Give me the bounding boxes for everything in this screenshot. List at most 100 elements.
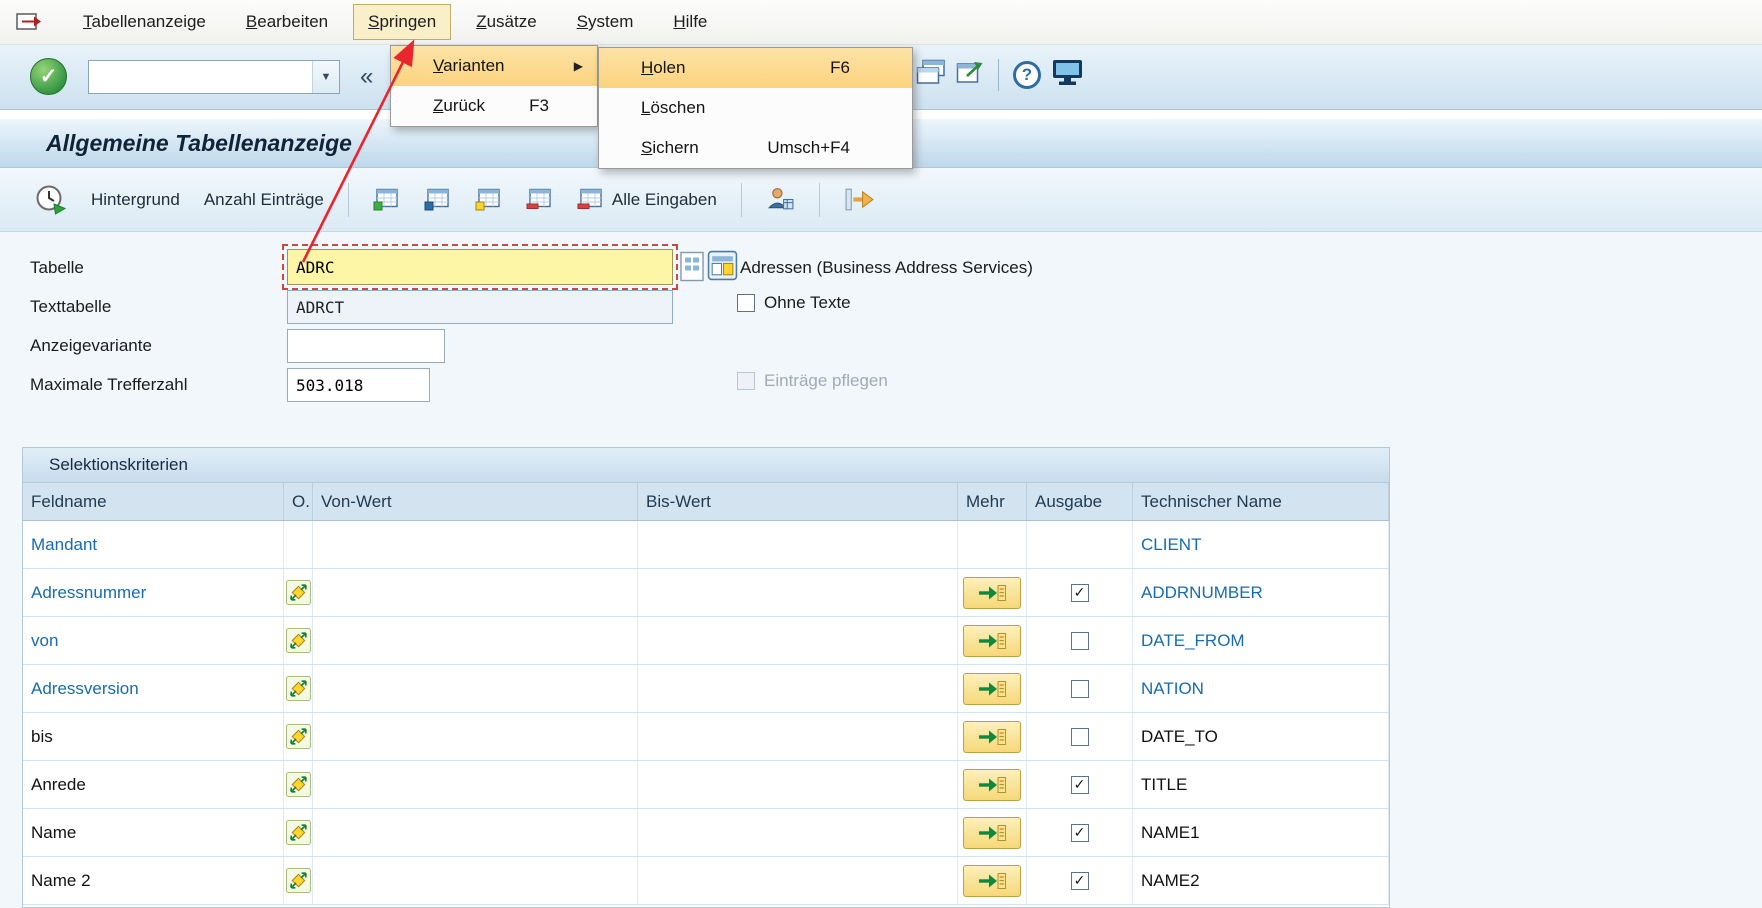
hintergrund-button[interactable]: Hintergrund [85,185,186,215]
select-block-icon[interactable] [469,182,508,217]
col-bis-wert: Bis-Wert [638,483,958,520]
user-parameters-icon[interactable] [760,180,801,219]
output-checkbox[interactable]: ✓ [1071,776,1089,794]
delete-selection-icon[interactable] [520,182,559,217]
mehr-button[interactable] [963,817,1021,849]
menu-zusaetze[interactable]: Zusätze [461,4,551,40]
gui-settings-icon[interactable] [1051,58,1084,92]
menu-tabellenanzeige[interactable]: Tabellenanzeige [68,4,221,40]
command-dropdown-icon[interactable]: ▼ [312,61,339,93]
bis-wert-cell[interactable] [638,569,958,616]
output-checkbox[interactable]: ✓ [1071,584,1089,602]
field-label: Name 2 [31,871,91,891]
feldname-cell: Name [23,809,284,856]
mehr-button[interactable] [963,769,1021,801]
menu-bearbeiten[interactable]: Bearbeiten [231,4,343,40]
table-row: Adressversion [23,665,1389,713]
ohne-texte-checkbox[interactable] [737,294,755,312]
menu-hilfe[interactable]: Hilfe [658,4,722,40]
bis-wert-cell[interactable] [638,665,958,712]
menu-springen[interactable]: Springen [353,4,451,40]
von-wert-cell[interactable] [313,713,638,760]
menu-item-loeschen[interactable]: Löschen [599,88,912,128]
create-shortcut-icon[interactable] [956,59,984,91]
menu-item-zurueck[interactable]: Zurück F3 [391,86,597,126]
selection-options-icon[interactable] [286,724,311,749]
menu-system[interactable]: System [562,4,649,40]
field-label: Adressversion [31,679,139,699]
selection-options-icon[interactable] [286,820,311,845]
menu-item-sichern[interactable]: Sichern Umsch+F4 [599,128,912,168]
output-checkbox[interactable]: ✓ [1071,872,1089,890]
von-wert-cell[interactable] [313,569,638,616]
selection-options-icon[interactable] [286,676,311,701]
von-wert-cell[interactable] [313,809,638,856]
von-wert-cell[interactable] [313,761,638,808]
menu-item-label: Varianten [433,56,505,76]
output-checkbox[interactable] [1071,728,1089,746]
alle-eingaben-button[interactable]: Alle Eingaben [571,182,723,217]
mehr-button[interactable] [963,577,1021,609]
max-trefferzahl-input[interactable] [287,368,430,402]
tech-name: NAME1 [1141,823,1200,843]
bis-wert-cell[interactable] [638,521,958,568]
mehr-button[interactable] [963,673,1021,705]
field-label: bis [31,727,53,747]
selection-options-icon[interactable] [286,772,311,797]
value-help-icon[interactable] [680,251,704,282]
system-menu-icon[interactable] [16,11,46,33]
enter-ok-button[interactable]: ✓ [30,58,67,95]
forward-exit-icon[interactable] [838,182,881,217]
eintraege-pflegen-row: Einträge pflegen [737,371,888,391]
tabelle-description: Adressen (Business Address Services) [740,258,1033,278]
bis-wert-cell[interactable] [638,809,958,856]
von-wert-cell[interactable] [313,521,638,568]
bis-wert-cell[interactable] [638,761,958,808]
option-cell [284,665,313,712]
menu-item-label: Sichern [641,138,699,158]
menu-item-holen[interactable]: Holen F6 [599,48,912,88]
table-display-icon[interactable] [707,250,738,281]
von-wert-cell[interactable] [313,857,638,904]
command-field: ▼ [88,60,340,94]
output-checkbox[interactable] [1071,680,1089,698]
bis-wert-cell[interactable] [638,857,958,904]
col-ausgabe: Ausgabe [1027,483,1133,520]
texttabelle-input[interactable] [287,290,673,324]
feldname-cell: Adressversion [23,665,284,712]
toolbar-separator [998,59,999,91]
page-title: Allgemeine Tabellenanzeige [46,130,352,157]
field-label: Name [31,823,76,843]
mehr-button[interactable] [963,721,1021,753]
tabelle-input[interactable] [287,249,673,285]
select-all-fields-icon[interactable] [418,182,457,217]
anzahl-eintraege-button[interactable]: Anzahl Einträge [198,185,330,215]
execute-icon[interactable] [28,178,73,221]
bis-wert-cell[interactable] [638,713,958,760]
von-wert-cell[interactable] [313,617,638,664]
anzeigevariante-label: Anzeigevariante [30,336,152,356]
field-label: Anrede [31,775,86,795]
choose-fields-icon[interactable] [367,182,406,217]
groupbox-title: Selektionskriterien [23,448,1389,483]
mehr-button[interactable] [963,865,1021,897]
selection-options-icon[interactable] [286,628,311,653]
mehr-button[interactable] [963,625,1021,657]
help-icon[interactable]: ? [1013,61,1041,89]
collapse-toolbar-button[interactable]: « [354,61,379,93]
option-cell [284,521,313,568]
output-checkbox[interactable] [1071,632,1089,650]
selection-options-icon[interactable] [286,868,311,893]
option-cell [284,761,313,808]
ausgabe-cell [1027,617,1133,664]
output-checkbox[interactable]: ✓ [1071,824,1089,842]
anzeigevariante-input[interactable] [287,329,445,363]
col-von-wert: Von-Wert [313,483,638,520]
menu-item-varianten[interactable]: Varianten ▶ [391,46,597,86]
new-session-icon[interactable] [916,59,946,91]
command-input[interactable] [89,61,312,93]
bis-wert-cell[interactable] [638,617,958,664]
technischer-name-cell: NAME2 [1133,857,1389,904]
selection-options-icon[interactable] [286,580,311,605]
von-wert-cell[interactable] [313,665,638,712]
